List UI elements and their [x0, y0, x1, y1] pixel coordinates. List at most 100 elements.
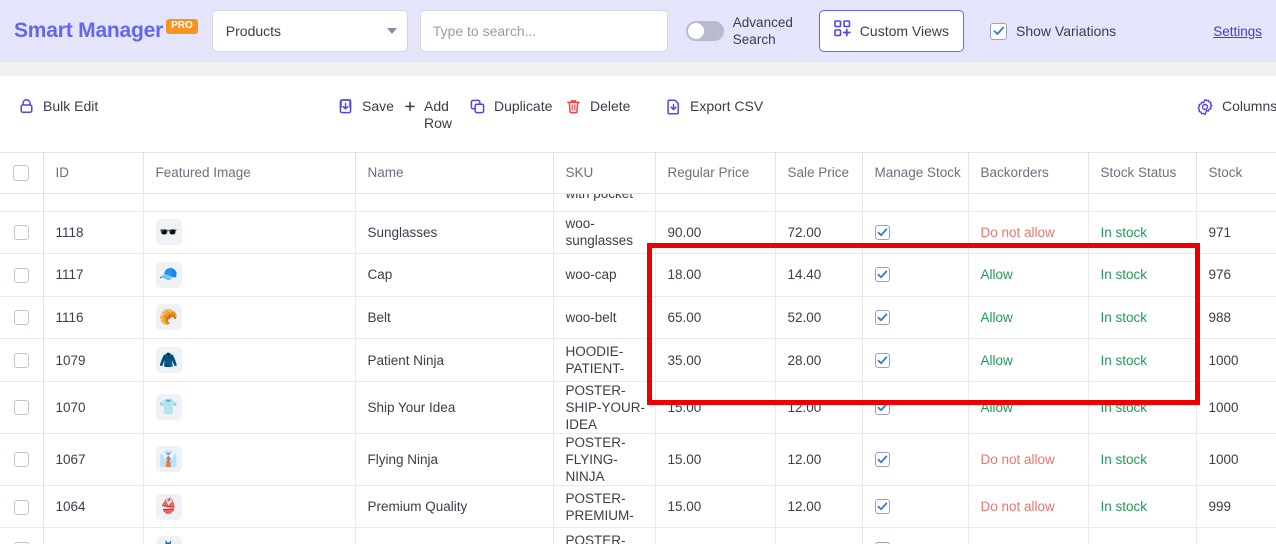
cell-stock-status[interactable]: In stock	[1088, 253, 1197, 297]
cell-regular-price[interactable]: 18.00	[655, 253, 776, 297]
products-table-container[interactable]: ID Featured Image Name SKU Regular Price…	[0, 152, 1276, 544]
row-checkbox[interactable]	[13, 267, 29, 283]
cell-name[interactable]: Patient Ninja	[355, 338, 554, 382]
cell-stock[interactable]	[1196, 193, 1276, 212]
cell-sku[interactable]: POSTER-SHIP-YOUR-IDEA	[553, 381, 656, 434]
delete-button[interactable]: Delete	[565, 98, 630, 120]
cell-featured-image[interactable]: 👙	[143, 485, 356, 529]
cell-id[interactable]: 1067	[43, 433, 144, 486]
cell-sale-price[interactable]: 12.00	[775, 433, 863, 486]
cell-backorders[interactable]: Allow	[968, 253, 1089, 297]
columns-button[interactable]: Columns	[1196, 98, 1276, 121]
cell-id[interactable]: 1070	[43, 381, 144, 434]
column-header-featured-image[interactable]: Featured Image	[143, 153, 356, 194]
cell-backorders[interactable]: Allow	[968, 381, 1089, 434]
cell-backorders[interactable]: Allow	[968, 338, 1089, 382]
duplicate-button[interactable]: Duplicate	[469, 98, 552, 120]
column-header-sale-price[interactable]: Sale Price	[775, 153, 863, 194]
row-select-cell[interactable]	[0, 296, 44, 340]
cell-sale-price[interactable]: 28.00	[775, 338, 863, 382]
table-row-partial[interactable]: with pocket	[0, 193, 1276, 212]
row-select-cell[interactable]	[0, 381, 44, 434]
table-row[interactable]: 1070 👕 Ship Your Idea POSTER-SHIP-YOUR-IDEA…	[0, 381, 1276, 434]
cell-sku[interactable]: POSTER-WOO-NINJA	[553, 527, 656, 544]
settings-link[interactable]: Settings	[1213, 24, 1262, 39]
cell-stock-status[interactable]: In stock	[1088, 381, 1197, 434]
cell-backorders[interactable]: Do not allow	[968, 485, 1089, 529]
cell-backorders[interactable]: Allow	[968, 296, 1089, 340]
column-header-id[interactable]: ID	[43, 153, 144, 194]
cell-name[interactable]: Cap	[355, 253, 554, 297]
add-row-button[interactable]: Add Row	[404, 98, 460, 132]
row-checkbox[interactable]	[13, 452, 29, 468]
select-all-checkbox[interactable]	[13, 164, 30, 181]
cell-name[interactable]: Ship Your Idea	[355, 381, 554, 434]
cell-name[interactable]	[355, 193, 554, 212]
cell-stock[interactable]: 971	[1196, 211, 1276, 255]
cell-sku[interactable]: POSTER-PREMIUM-	[553, 485, 656, 529]
manage-stock-checkbox[interactable]	[874, 267, 890, 283]
cell-name[interactable]: Flying Ninja	[355, 433, 554, 486]
row-select-cell[interactable]	[0, 338, 44, 382]
column-header-stock[interactable]: Stock	[1196, 153, 1276, 194]
row-select-cell[interactable]	[0, 211, 44, 255]
cell-name[interactable]: Premium Quality	[355, 485, 554, 529]
cell-backorders[interactable]: Do not allow	[968, 433, 1089, 486]
manage-stock-checkbox[interactable]	[874, 224, 890, 240]
manage-stock-checkbox[interactable]	[874, 499, 890, 515]
cell-featured-image[interactable]	[143, 193, 356, 212]
column-header-regular-price[interactable]: Regular Price	[655, 153, 776, 194]
row-select-cell[interactable]	[0, 527, 44, 544]
custom-views-button[interactable]: Custom Views	[818, 10, 965, 52]
manage-stock-checkbox[interactable]	[874, 309, 890, 325]
cell-sale-price[interactable]: 12.00	[775, 381, 863, 434]
cell-manage-stock[interactable]	[862, 338, 969, 382]
cell-id[interactable]: 1117	[43, 253, 144, 297]
table-row[interactable]: 1064 👙 Premium Quality POSTER-PREMIUM- 15.00…	[0, 485, 1276, 529]
cell-regular-price[interactable]: 15.00	[655, 381, 776, 434]
cell-stock-status[interactable]: In stock	[1088, 527, 1197, 544]
cell-sale-price[interactable]: 14.40	[775, 253, 863, 297]
cell-backorders[interactable]: Allow	[968, 527, 1089, 544]
cell-sku[interactable]: woo-cap	[553, 253, 656, 297]
cell-featured-image[interactable]: 👔	[143, 433, 356, 486]
table-row[interactable]: 1117 🧢 Cap woo-cap 18.00 14.40 Allow In stock 97…	[0, 253, 1276, 297]
cell-backorders[interactable]: Do not allow	[968, 211, 1089, 255]
cell-featured-image[interactable]: 🧢	[143, 253, 356, 297]
row-select-cell[interactable]	[0, 253, 44, 297]
export-csv-button[interactable]: Export CSV	[665, 98, 763, 120]
cell-id[interactable]	[43, 193, 144, 212]
cell-manage-stock[interactable]	[862, 193, 969, 212]
row-select-cell[interactable]	[0, 485, 44, 529]
cell-sale-price[interactable]: 12.00	[775, 527, 863, 544]
save-button[interactable]: Save	[337, 98, 394, 120]
post-type-select[interactable]: Products	[211, 10, 408, 52]
checkbox-box[interactable]	[990, 22, 1008, 40]
column-header-backorders[interactable]: Backorders	[968, 153, 1089, 194]
cell-stock-status[interactable]	[1088, 193, 1197, 212]
cell-sale-price[interactable]: 12.00	[775, 485, 863, 529]
select-all-header[interactable]	[0, 153, 44, 194]
cell-sku[interactable]: HOODIE-PATIENT-	[553, 338, 656, 382]
row-checkbox[interactable]	[13, 400, 29, 416]
cell-featured-image[interactable]: 🥐	[143, 296, 356, 340]
cell-sale-price[interactable]: 72.00	[775, 211, 863, 255]
show-variations-checkbox[interactable]: Show Variations	[990, 22, 1116, 40]
table-row[interactable]: 1067 👔 Flying Ninja POSTER-FLYING-NINJA 15.0…	[0, 433, 1276, 486]
cell-featured-image[interactable]: 👕	[143, 381, 356, 434]
cell-stock[interactable]: 997	[1196, 527, 1276, 544]
cell-id[interactable]: 1116	[43, 296, 144, 340]
cell-sku[interactable]: woo-belt	[553, 296, 656, 340]
row-checkbox[interactable]	[13, 499, 29, 515]
row-checkbox[interactable]	[13, 225, 29, 241]
cell-manage-stock[interactable]	[862, 296, 969, 340]
cell-regular-price[interactable]: 15.00	[655, 433, 776, 486]
row-select-cell[interactable]	[0, 193, 44, 212]
table-row[interactable]: 1061 👗 Woo Ninja POSTER-WOO-NINJA 15.0012.00…	[0, 527, 1276, 544]
row-select-cell[interactable]	[0, 433, 44, 486]
manage-stock-checkbox[interactable]	[874, 399, 890, 415]
cell-featured-image[interactable]: 🕶️	[143, 211, 356, 255]
cell-manage-stock[interactable]	[862, 211, 969, 255]
column-header-stock-status[interactable]: Stock Status	[1088, 153, 1197, 194]
cell-id[interactable]: 1079	[43, 338, 144, 382]
